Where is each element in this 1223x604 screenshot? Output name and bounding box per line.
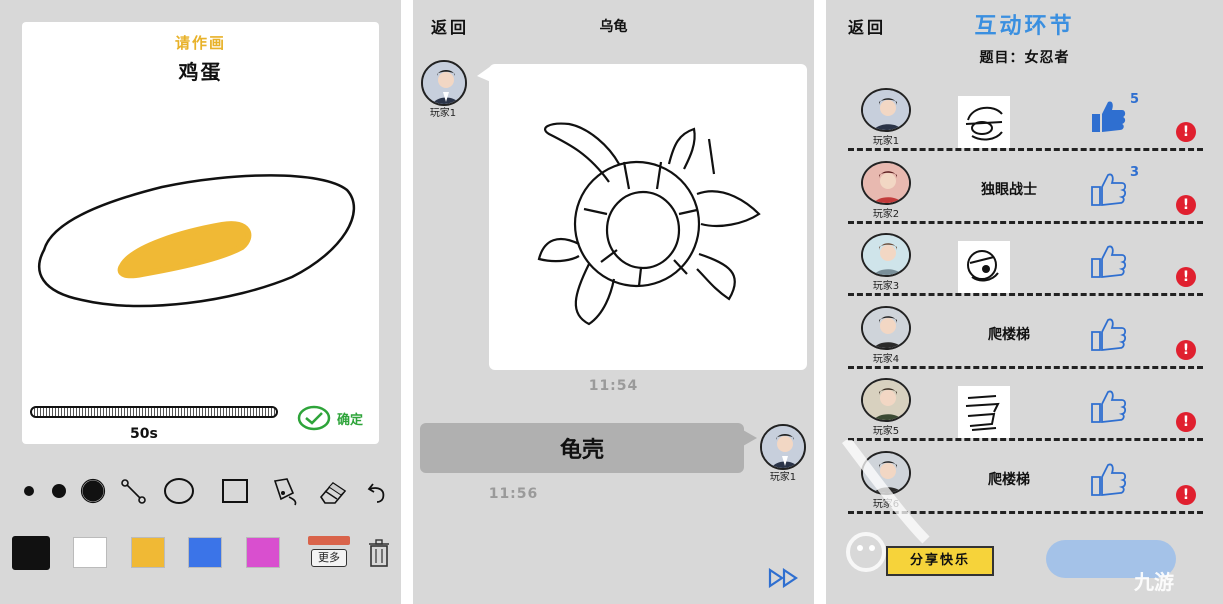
undo-icon (367, 483, 385, 503)
row-divider (848, 293, 1203, 296)
answer-text: 独眼战士 (981, 181, 1037, 198)
like-count: 3 (1130, 164, 1140, 180)
eraser-tool-button[interactable] (316, 474, 350, 508)
drawing-thumbnail[interactable] (958, 386, 1010, 438)
player-label: 玩家3 (872, 281, 900, 292)
message-time: 11:54 (588, 378, 639, 394)
canvas-card[interactable]: 请作画 鸡蛋 50s 确定 (22, 22, 379, 444)
watermark-text: 九游 (1134, 570, 1174, 594)
thumbs-up-icon[interactable] (1088, 241, 1128, 281)
thumbs-up-icon[interactable] (1088, 386, 1128, 426)
like-count: 5 (1130, 92, 1140, 107)
report-icon[interactable]: ! (1176, 122, 1196, 142)
player-avatar-icon (863, 380, 909, 420)
confirm-button[interactable]: 确定 (297, 405, 363, 431)
player-avatar-icon (863, 307, 909, 348)
player-row: 玩家4 爬楼梯! (826, 300, 1223, 372)
timer-text: 50s (130, 426, 158, 442)
player-avatar-icon (863, 90, 909, 130)
circle-tool-button[interactable] (162, 474, 196, 508)
color-swatch-blue[interactable] (188, 537, 222, 568)
thumbs-up-icon[interactable] (1088, 459, 1128, 499)
answer-text: 爬楼梯 (988, 326, 1030, 343)
avatar (760, 424, 806, 470)
dot-medium-icon (52, 484, 66, 498)
player-label: 玩家1 (872, 136, 900, 147)
square-tool-button[interactable] (218, 474, 252, 508)
turtle-drawing (537, 122, 761, 326)
thumbs-up-icon[interactable] (1088, 96, 1128, 136)
report-icon[interactable]: ! (1176, 412, 1196, 432)
turtle-drawing-bubble[interactable] (489, 64, 807, 370)
thumbs-up-icon[interactable] (1088, 314, 1128, 354)
player-label: 玩家2 (872, 208, 900, 220)
color-swatch-white[interactable] (73, 537, 107, 568)
player-avatar-icon (762, 426, 804, 468)
check-circle-icon (297, 405, 331, 431)
report-icon[interactable]: ! (1176, 484, 1196, 505)
circle-icon (164, 478, 194, 504)
player-label: 玩家5 (872, 426, 900, 437)
more-colors-button[interactable]: 更多 (308, 536, 350, 570)
player-row: 玩家1 5! (826, 82, 1223, 154)
avatar (861, 88, 911, 132)
guess-panel: 返回 乌龟 玩家1 11:54 龟壳 玩家1 11:56 (413, 0, 814, 604)
row-divider (848, 220, 1203, 224)
player-row: 玩家5! (826, 372, 1223, 444)
color-swatch-yellow[interactable] (131, 537, 165, 568)
line-icon (121, 479, 146, 504)
avatar (861, 378, 911, 422)
drawing-panel: 请作画 鸡蛋 50s 确定 更多 (0, 0, 401, 604)
color-swatch-magenta[interactable] (246, 537, 280, 568)
fill-tool-button[interactable] (268, 474, 302, 508)
fast-forward-icon[interactable] (768, 568, 802, 588)
share-happiness-button[interactable]: 分享快乐 (886, 546, 994, 576)
row-divider (848, 365, 1203, 369)
fill-bucket-icon (273, 478, 297, 506)
row-divider (848, 148, 1203, 151)
more-label: 更多 (311, 549, 347, 567)
timer-bar (30, 406, 278, 418)
brush-medium-button[interactable] (42, 474, 76, 508)
more-color-bar (308, 536, 350, 545)
square-icon (222, 479, 248, 503)
undo-button[interactable] (360, 474, 394, 508)
answer-bubble: 龟壳 (420, 423, 744, 473)
chat-title: 乌龟 (599, 19, 628, 35)
avatar (861, 160, 911, 205)
avatar (421, 60, 467, 106)
player-avatar-icon (423, 62, 465, 104)
dot-large-icon (80, 478, 106, 504)
line-tool-button[interactable] (116, 474, 150, 508)
trash-button[interactable] (362, 536, 396, 570)
section-title: 互动环节 (974, 14, 1075, 39)
report-icon[interactable]: ! (1176, 194, 1196, 215)
player-label: 玩家4 (872, 353, 900, 365)
avatar (861, 305, 911, 350)
confirm-label: 确定 (337, 412, 364, 428)
dot-small-icon (24, 486, 34, 496)
player-row: 玩家2 独眼战士 3! (826, 155, 1223, 227)
avatar (861, 233, 911, 277)
drawing-thumbnail[interactable] (958, 96, 1010, 148)
player-avatar-icon (863, 235, 909, 275)
vote-panel: 返回 互动环节 题目：女忍者 玩家1 5! 玩家2 独眼战士 3! 玩家3! 玩家4 爬楼梯!… (826, 0, 1223, 604)
color-swatch-black[interactable] (12, 536, 50, 570)
report-icon[interactable]: ! (1176, 267, 1196, 287)
drawing-thumbnail[interactable] (958, 241, 1010, 293)
player-row: 玩家3! (826, 227, 1223, 299)
message-time: 11:56 (488, 486, 539, 502)
brush-small-button[interactable] (12, 474, 46, 508)
player-label: 玩家1 (769, 472, 797, 483)
egg-drawing[interactable] (22, 22, 379, 402)
brush-large-button[interactable] (76, 474, 110, 508)
trash-icon (369, 539, 389, 567)
player-label: 玩家1 (429, 108, 457, 119)
thumbs-up-icon[interactable] (1088, 169, 1128, 209)
player-avatar-icon (863, 162, 909, 203)
eraser-icon (319, 481, 347, 504)
topic-label: 题目：女忍者 (979, 50, 1070, 66)
report-icon[interactable]: ! (1176, 339, 1196, 360)
answer-bubble-tail (743, 430, 757, 446)
